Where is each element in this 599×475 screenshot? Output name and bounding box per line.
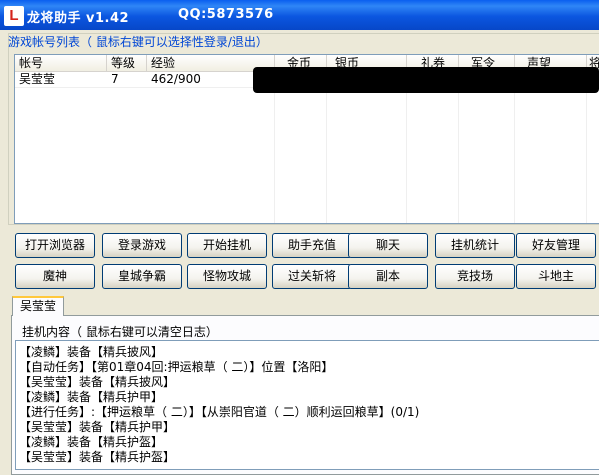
grid-line [458, 71, 459, 223]
open-browser-button[interactable]: 打开浏览器 [15, 233, 95, 258]
log-caption: 挂机内容（ 鼠标右键可以清空日志） [22, 325, 218, 339]
grid-line [274, 71, 275, 223]
arena-button[interactable]: 竞技场 [435, 264, 515, 289]
pass-slay-button[interactable]: 过关斩将 [272, 264, 352, 289]
cell-exp: 462/900 [151, 72, 201, 86]
recharge-button[interactable]: 助手充值 [272, 233, 352, 258]
window-title: 龙将助手 v1.42 [27, 11, 130, 26]
column-header-level[interactable]: 等级 [107, 55, 147, 71]
grid-line [514, 71, 515, 223]
log-list[interactable]: 【凌鳞】装备【精兵披风】 【自动任务】【第01章04回:押运粮草（ 二）】位置【… [15, 340, 599, 470]
redaction-mask [253, 67, 599, 93]
tab-account[interactable]: 吴莹莹 [12, 296, 64, 316]
grid-line [326, 71, 327, 223]
imperial-city-button[interactable]: 皇城争霸 [102, 264, 182, 289]
login-game-button[interactable]: 登录游戏 [102, 233, 182, 258]
chat-button[interactable]: 聊天 [348, 233, 428, 258]
dungeon-button[interactable]: 副本 [348, 264, 428, 289]
grid-line [406, 71, 407, 223]
cell-level: 7 [111, 72, 119, 86]
start-auto-button[interactable]: 开始挂机 [187, 233, 267, 258]
account-group-caption: 游戏帐号列表（ 鼠标右键可以选择性登录/退出） [8, 35, 268, 49]
auto-stats-button[interactable]: 挂机统计 [435, 233, 515, 258]
log-line: 【吴莹莹】装备【精兵护盔】 [19, 450, 176, 464]
app-logo: L [4, 6, 24, 26]
monster-siege-button[interactable]: 怪物攻城 [187, 264, 267, 289]
cell-account: 吴莹莹 [19, 72, 56, 86]
friend-manage-button[interactable]: 好友管理 [516, 233, 596, 258]
qq-number: QQ:5873576 [178, 7, 274, 22]
grid-line [586, 71, 587, 223]
column-header-account[interactable]: 帐号 [15, 55, 107, 71]
title-bar[interactable]: L 龙将助手 v1.42 QQ:5873576 [0, 0, 599, 30]
demon-button[interactable]: 魔神 [15, 264, 95, 289]
landlord-button[interactable]: 斗地主 [516, 264, 596, 289]
